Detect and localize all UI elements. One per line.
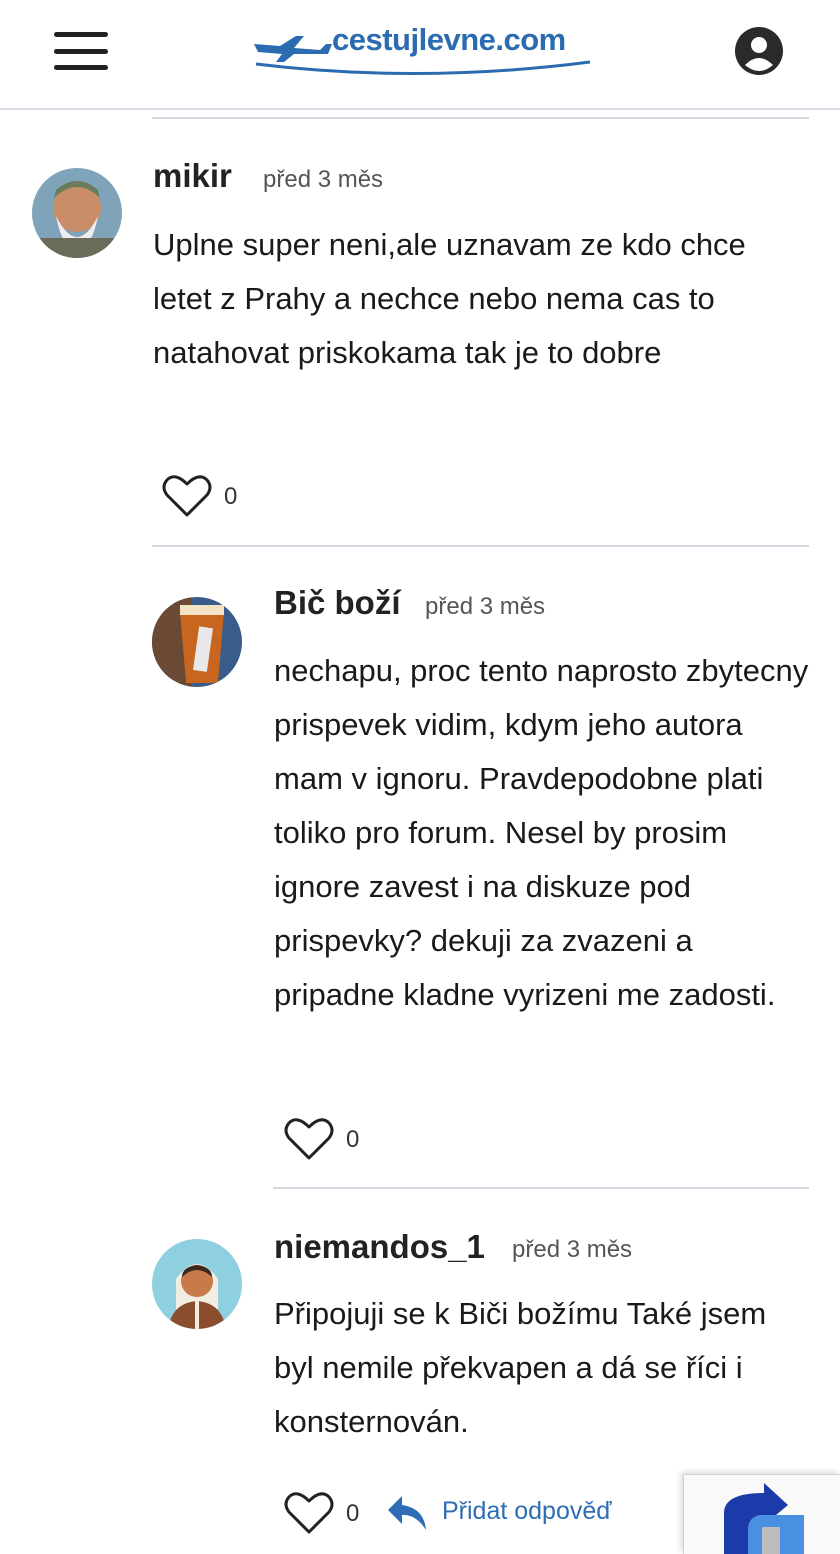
comment-author[interactable]: niemandos_1 [274,1228,485,1266]
like-count: 0 [224,483,238,510]
brand-name: cestujlevne.com [332,22,566,57]
user-account-icon[interactable] [735,27,783,75]
comment-author[interactable]: Bič boží [274,584,401,622]
divider [273,1187,809,1189]
divider [152,545,809,547]
heart-icon[interactable] [283,1488,335,1536]
top-bar: cestujlevne.com [0,0,840,110]
brand-logo[interactable]: cestujlevne.com [250,22,595,82]
recaptcha-badge[interactable] [683,1474,840,1554]
divider [152,117,809,119]
comment-time: před 3 měs [512,1236,633,1263]
avatar[interactable] [152,1239,242,1329]
avatar[interactable] [152,597,242,687]
comment-text: nechapu, proc tento naprosto zbytecny pr… [274,653,809,1012]
comment-time: před 3 měs [425,593,546,620]
recaptcha-icon [724,1483,804,1554]
comment-author[interactable]: mikir [153,157,232,195]
comment-time: před 3 měs [263,166,384,193]
heart-icon[interactable] [283,1114,335,1162]
comment-text: Připojuji se k Biči božímu Také jsem byl… [274,1296,767,1439]
avatar[interactable] [32,168,122,258]
comment-text: Uplne super neni,ale uznavam ze kdo chce… [153,227,746,370]
like-count: 0 [346,1126,360,1153]
hamburger-menu-icon[interactable] [54,32,108,70]
like-count: 0 [346,1500,360,1527]
heart-icon[interactable] [161,471,213,519]
reply-arrow-icon[interactable] [386,1494,428,1532]
add-reply-link[interactable]: Přidat odpověď [442,1497,612,1526]
